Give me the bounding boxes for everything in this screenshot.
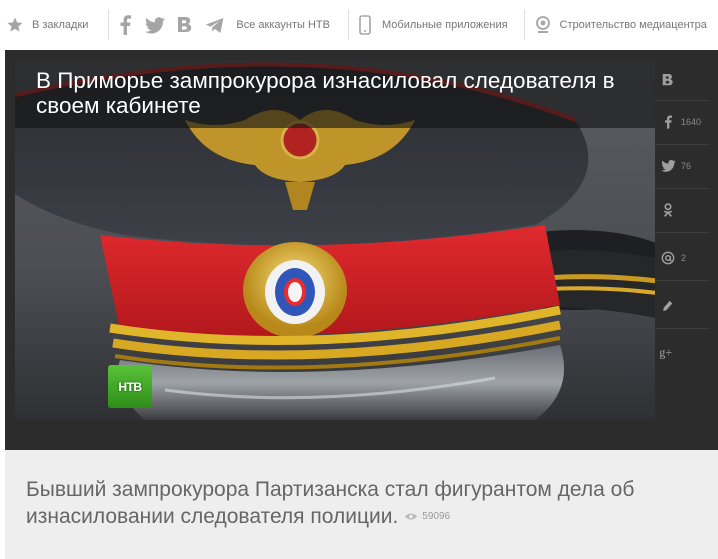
share-mailru[interactable]: 2 [655, 238, 710, 278]
share-count: 2 [681, 253, 687, 263]
share-count: 76 [681, 161, 692, 171]
view-counter: 59096 [404, 504, 450, 531]
ntv-logo: НТВ [108, 365, 152, 408]
share-facebook[interactable]: 1640 [655, 102, 710, 142]
odnoklassniki-icon [655, 202, 681, 218]
article-lead-box: Бывший зампрокурора Партизанска стал фиг… [5, 450, 718, 559]
article-lead: Бывший зампрокурора Партизанска стал фиг… [26, 477, 706, 530]
mobile-apps-label: Мобильные приложения [381, 19, 508, 31]
pencil-icon [655, 299, 681, 313]
webcam-icon [535, 16, 551, 34]
article-headline[interactable]: В Приморье зампрокурора изнасиловал след… [36, 68, 646, 118]
twitter-icon [655, 160, 681, 172]
share-twitter[interactable]: 76 [655, 146, 710, 186]
share-divider [655, 144, 710, 145]
telegram-icon[interactable] [205, 17, 225, 34]
view-count: 59096 [422, 510, 451, 522]
share-googleplus[interactable]: g+ [655, 332, 710, 372]
share-divider [655, 328, 710, 329]
bookmarks-link[interactable]: В закладки [6, 0, 88, 50]
svg-text:g+: g+ [659, 345, 672, 359]
share-panel: 1640 76 2 g+ [655, 60, 710, 420]
share-vkontakte[interactable] [655, 60, 710, 100]
bookmarks-label: В закладки [32, 19, 89, 31]
share-divider [655, 232, 710, 233]
news-block: В Приморье зампрокурора изнасиловал след… [5, 50, 718, 450]
twitter-icon[interactable] [145, 16, 166, 34]
facebook-icon[interactable] [119, 15, 132, 35]
facebook-icon [655, 115, 681, 129]
vkontakte-icon [655, 73, 681, 87]
share-odnoklassniki[interactable] [655, 190, 710, 230]
google-plus-icon: g+ [655, 345, 681, 359]
share-livejournal[interactable] [655, 286, 710, 326]
share-count: 1640 [681, 117, 702, 127]
eye-icon [405, 513, 418, 521]
headline-overlay: В Приморье зампрокурора изнасиловал след… [15, 60, 655, 128]
cockade [243, 242, 347, 338]
share-divider [655, 280, 710, 281]
top-toolbar: В закладки Все аккаунты НТВ Мобильные пр… [0, 0, 718, 50]
article-photo[interactable]: В Приморье зампрокурора изнасиловал след… [15, 60, 655, 420]
ntv-logo-text: НТВ [118, 379, 142, 394]
article-lead-text[interactable]: Бывший зампрокурора Партизанска стал фиг… [26, 478, 634, 528]
social-accounts: Все аккаунты НТВ [119, 0, 330, 50]
media-center-link[interactable]: Строительство медиацентра [535, 0, 707, 50]
mobile-apps-link[interactable]: Мобильные приложения [359, 0, 508, 50]
toolbar-divider [347, 10, 349, 40]
phone-icon [359, 15, 371, 35]
share-divider [655, 100, 710, 101]
media-center-label: Строительство медиацентра [559, 19, 707, 31]
vkontakte-icon[interactable] [177, 16, 193, 34]
toolbar-divider [523, 10, 525, 40]
all-accounts-link[interactable]: Все аккаунты НТВ [236, 19, 330, 31]
at-sign-icon [655, 251, 681, 265]
toolbar-divider [108, 10, 110, 40]
star-icon [6, 16, 24, 34]
share-divider [655, 188, 710, 189]
